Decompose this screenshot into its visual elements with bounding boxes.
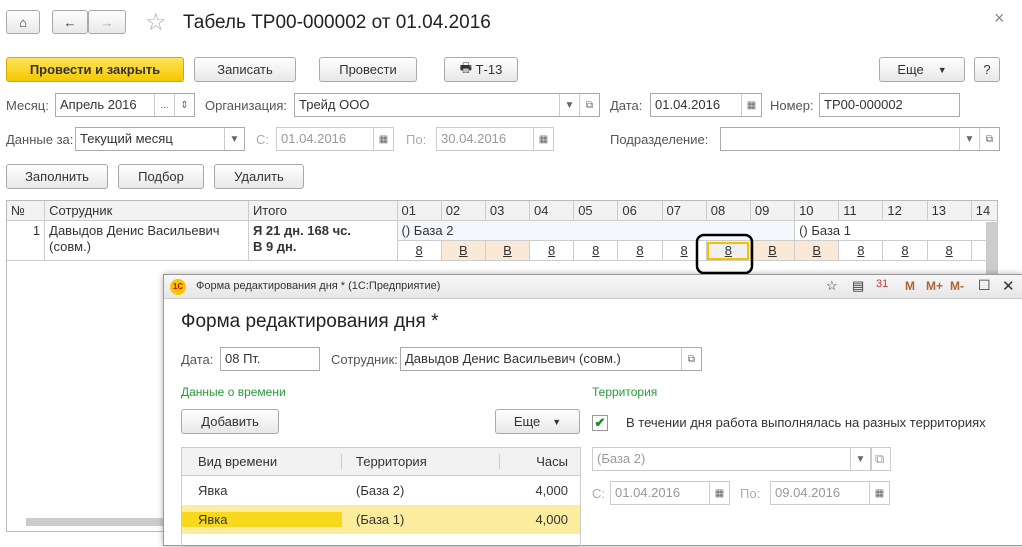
dialog-more-button[interactable]: Еще ▼	[495, 409, 580, 434]
add-button[interactable]: Добавить	[181, 409, 279, 434]
dialog-title: Форма редактирования дня *	[181, 311, 439, 332]
territory-open-button[interactable]: ⧉	[871, 447, 891, 471]
calculator-icon[interactable]: ▤	[852, 278, 864, 294]
dialog-employee-field[interactable]: Давыдов Денис Васильевич (совм.) ⧉	[400, 347, 702, 371]
dialog-titlebar: 1С Форма редактирования дня * (1С:Предпр…	[164, 275, 1022, 299]
maximize-icon[interactable]: ☐	[978, 277, 991, 294]
dialog-date-field[interactable]: 08 Пт.	[220, 347, 320, 371]
col-time-type: Вид времени	[182, 454, 342, 469]
dialog-from-label: С:	[592, 486, 605, 501]
time-table: Вид времени Территория Часы Явка (База 2)…	[181, 447, 581, 547]
multi-territory-label: В течении дня работа выполнялась на разн…	[626, 415, 986, 430]
memory-mminus-button[interactable]: M-	[950, 279, 964, 293]
dialog-from-field[interactable]: 01.04.2016 ▦	[610, 481, 730, 505]
territory-select[interactable]: (База 2) ▼	[592, 447, 871, 471]
close-icon[interactable]: ✕	[1002, 277, 1015, 295]
table-row-selected[interactable]: Явка (База 1) 4,000	[182, 505, 580, 534]
calendar-icon[interactable]: 31	[876, 278, 888, 290]
chevron-down-icon: ▼	[552, 416, 562, 427]
memory-mplus-button[interactable]: M+	[926, 279, 943, 293]
memory-m-button[interactable]: M	[905, 279, 915, 293]
1c-logo-icon: 1С	[170, 279, 186, 295]
dialog-employee-label: Сотрудник:	[331, 352, 398, 367]
territory-section-label: Территория	[592, 385, 658, 399]
col-hours: Часы	[536, 454, 568, 469]
table-row[interactable]: Явка (База 2) 4,000	[182, 476, 580, 505]
dialog-window-title: Форма редактирования дня * (1С:Предприят…	[196, 280, 441, 292]
time-section-label: Данные о времени	[181, 385, 286, 399]
dialog-to-field[interactable]: 09.04.2016 ▦	[770, 481, 890, 505]
favorite-icon[interactable]: ☆	[826, 278, 838, 294]
dialog-date-label: Дата:	[181, 352, 214, 367]
day-edit-dialog: 1С Форма редактирования дня * (1С:Предпр…	[163, 274, 1022, 547]
col-territory: Территория	[342, 454, 500, 469]
dialog-to-label: По:	[740, 486, 761, 501]
multi-territory-checkbox[interactable]: ✔	[592, 415, 608, 431]
